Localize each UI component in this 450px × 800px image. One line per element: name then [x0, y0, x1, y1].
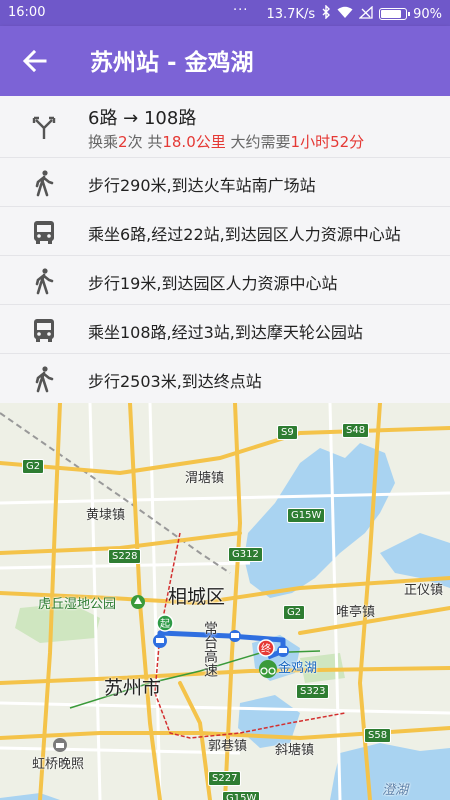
route-steps-list: 6路 → 108路 换乘2次 共18.0公里 大约需要1小时52分 步行290米… — [0, 96, 450, 403]
transfer-prefix: 换乘 — [88, 133, 119, 151]
back-button[interactable] — [20, 46, 50, 76]
shield-s323: S323 — [296, 684, 330, 699]
route-step-1[interactable]: 步行290米,到达火车站南广场站 — [0, 158, 450, 207]
shield-s9: S9 — [277, 425, 298, 440]
place-huangdai: 黄埭镇 — [86, 508, 126, 523]
start-marker: 起 — [156, 614, 174, 632]
arrow-back-icon — [20, 49, 50, 80]
route-distance: 18.0公里 — [162, 133, 226, 151]
status-indicators: 13.7K/s 90% — [266, 4, 442, 23]
place-weitang: 渭塘镇 — [185, 471, 225, 486]
route-step-text: 乘坐6路,经过22站,到达园区人力资源中心站 — [88, 225, 401, 244]
place-suzhou: 苏州市 — [104, 677, 162, 699]
battery-icon — [379, 8, 411, 20]
place-jinjihu: 金鸡湖 — [278, 661, 318, 676]
route-split-icon — [30, 113, 58, 141]
route-step-text: 步行2503米,到达终点站 — [88, 372, 262, 391]
walk-icon — [30, 169, 58, 197]
walk-icon — [30, 365, 58, 393]
shield-s228: S228 — [108, 549, 142, 564]
bus-stop-start — [153, 634, 167, 648]
park-poi-icon — [131, 595, 145, 609]
bus-icon — [30, 218, 58, 246]
route-map[interactable]: 起 终 渭塘镇 黄埭镇 相城区 虎丘湿地公园 苏州市 金鸡湖 唯亭镇 正仪镇 郭… — [0, 403, 450, 800]
scenic-poi-icon — [53, 738, 67, 752]
battery-percent: 90% — [413, 6, 442, 22]
walk-icon — [30, 267, 58, 295]
bluetooth-icon — [321, 4, 331, 23]
status-bar: 16:00 ··· 13.7K/s 90% — [0, 0, 450, 26]
route-step-text: 步行290米,到达火车站南广场站 — [88, 176, 316, 195]
status-time: 16:00 — [8, 5, 46, 20]
place-guoxiang: 郭巷镇 — [208, 739, 248, 754]
duration-prefix: 大约需要 — [225, 133, 291, 151]
battery-level-fill — [381, 10, 401, 18]
end-marker: 终 — [257, 639, 275, 657]
shield-g2-left: G2 — [22, 459, 45, 474]
shield-s58: S58 — [364, 728, 392, 743]
place-changtai: 常台高速 — [202, 621, 218, 677]
start-marker-label: 起 — [160, 618, 170, 630]
transfer-suffix: 次 共 — [127, 133, 163, 151]
route-step-3[interactable]: 步行19米,到达园区人力资源中心站 — [0, 256, 450, 305]
route-step-text: 乘坐108路,经过3站,到达摩天轮公园站 — [88, 323, 363, 342]
end-marker-label: 终 — [261, 642, 271, 655]
signal-off-icon — [358, 5, 373, 23]
bus-stop-end — [277, 645, 289, 657]
place-xietang: 斜塘镇 — [275, 743, 315, 758]
route-step-text: 步行19米,到达园区人力资源中心站 — [88, 274, 338, 293]
shield-g15w-bottom: G15W — [222, 791, 261, 800]
place-zhengyi: 正仪镇 — [404, 583, 444, 598]
network-speed: 13.7K/s — [266, 6, 316, 22]
route-step-5[interactable]: 步行2503米,到达终点站 — [0, 354, 450, 403]
route-step-2[interactable]: 乘坐6路,经过22站,到达园区人力资源中心站 — [0, 207, 450, 256]
shield-s48: S48 — [342, 423, 370, 438]
lake-southwest — [0, 793, 60, 800]
bus-icon — [30, 316, 58, 344]
notification-dots: ··· — [233, 3, 249, 18]
bus-stop-mid — [229, 630, 241, 642]
route-summary-detail: 换乘2次 共18.0公里 大约需要1小时52分 — [88, 131, 364, 152]
place-chenghu: 澄湖 — [382, 783, 409, 798]
route-summary-title: 6路 → 108路 — [88, 108, 197, 129]
bike-poi-icon — [259, 660, 277, 678]
route-duration: 1小时52分 — [290, 133, 365, 151]
shield-s227: S227 — [208, 771, 242, 786]
place-weiting: 唯亭镇 — [336, 605, 376, 620]
route-step-4[interactable]: 乘坐108路,经过3站,到达摩天轮公园站 — [0, 305, 450, 354]
place-huqiu: 虎丘湿地公园 — [38, 597, 117, 612]
shield-g2-mid: G2 — [283, 605, 306, 620]
place-hongqiao: 虹桥晚照 — [32, 757, 85, 772]
place-xiangcheng: 相城区 — [168, 586, 226, 608]
wifi-icon — [337, 6, 353, 23]
app-bar: 苏州站 - 金鸡湖 — [0, 26, 450, 96]
shield-g312: G312 — [228, 547, 263, 562]
route-summary[interactable]: 6路 → 108路 换乘2次 共18.0公里 大约需要1小时52分 — [0, 96, 450, 158]
transfer-count: 2 — [118, 133, 128, 151]
page-title: 苏州站 - 金鸡湖 — [90, 50, 254, 76]
shield-g15w: G15W — [287, 508, 326, 523]
